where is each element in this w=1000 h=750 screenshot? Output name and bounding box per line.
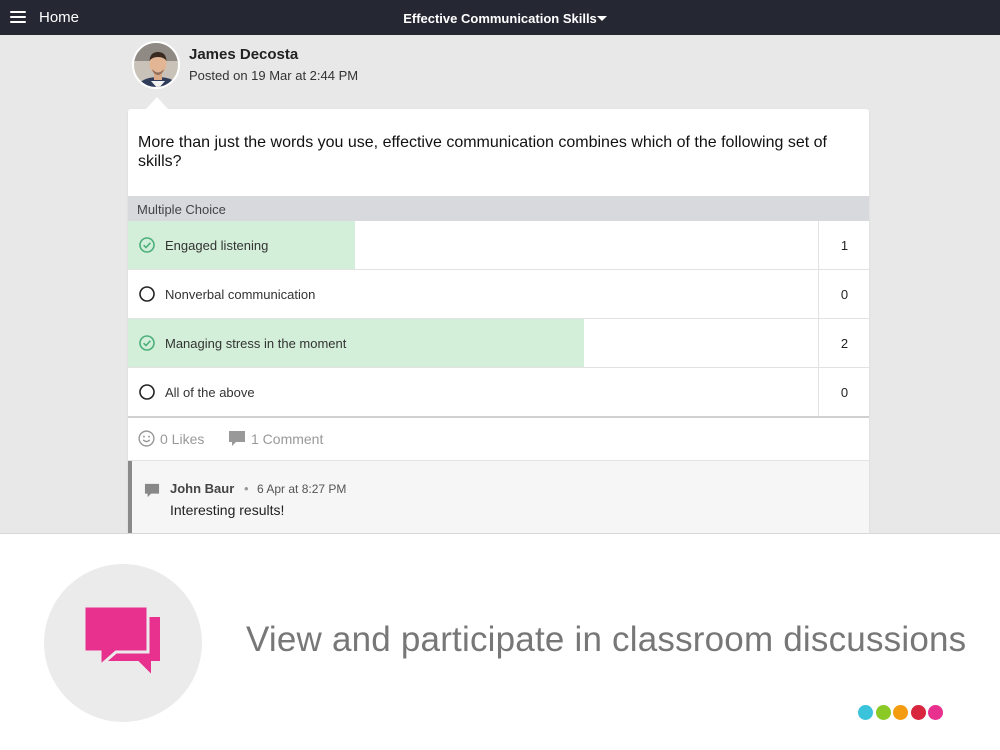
choice-count-cell: 1 [818, 221, 869, 269]
check-circle-icon [139, 237, 155, 253]
comment-icon [144, 483, 160, 498]
choice-label: Managing stress in the moment [165, 336, 347, 351]
choice-count-cell: 2 [818, 319, 869, 367]
brand-dots [858, 705, 946, 721]
like-button[interactable]: 0 Likes [138, 430, 204, 447]
comment-item: John Baur • 6 Apr at 8:27 PM Interesting… [128, 461, 869, 539]
choice-count: 2 [840, 336, 849, 351]
radio-empty-icon [139, 384, 155, 400]
author-avatar[interactable] [132, 41, 180, 89]
brand-dot [893, 705, 909, 720]
choice-label: All of the above [165, 385, 255, 400]
choice-count: 0 [840, 287, 849, 302]
post-date: Posted on 19 Mar at 2:44 PM [189, 68, 359, 83]
brand-dot [858, 705, 873, 720]
comment-icon [229, 431, 245, 446]
chat-bubbles-icon [82, 604, 162, 679]
comment-text: Interesting results! [170, 502, 285, 518]
likes-count: 0 Likes [160, 431, 205, 447]
poll-type-header: Multiple Choice [128, 196, 869, 221]
brand-dot [910, 705, 926, 720]
caret-down-icon[interactable] [597, 16, 607, 21]
choice-count: 1 [840, 238, 849, 253]
comment-time: 6 Apr at 8:27 PM [257, 482, 347, 496]
top-bar: Home Effective Communication Skills [0, 0, 1000, 35]
choice-label: Engaged listening [165, 238, 269, 253]
choice-count-cell: 0 [818, 270, 869, 318]
check-circle-icon [139, 335, 155, 351]
brand-dot [928, 705, 944, 720]
feature-banner: View and participate in classroom discus… [0, 533, 1000, 750]
separator-dot: • [244, 481, 249, 496]
course-title-dropdown[interactable]: Effective Communication Skills [0, 11, 1000, 26]
poll-question: More than just the words you use, effect… [138, 134, 827, 170]
feature-caption: View and participate in classroom discus… [246, 620, 967, 659]
post-author-name[interactable]: James Decosta [189, 46, 298, 63]
brand-dot [875, 705, 891, 720]
comments-button[interactable]: 1 Comment [228, 430, 323, 447]
card-pointer [146, 97, 168, 109]
poll-choice[interactable]: Managing stress in the moment 2 [128, 319, 869, 368]
choice-label: Nonverbal communication [165, 287, 316, 302]
poll-choice[interactable]: All of the above 0 [128, 368, 869, 417]
smiley-icon [138, 430, 155, 447]
choice-count: 0 [840, 385, 849, 400]
poll-choice[interactable]: Engaged listening 1 [128, 221, 869, 270]
comments-count: 1 Comment [251, 431, 324, 447]
radio-empty-icon [139, 286, 155, 302]
comment-author[interactable]: John Baur [170, 481, 234, 496]
feature-icon-circle [44, 564, 202, 722]
poll-choice[interactable]: Nonverbal communication 0 [128, 270, 869, 319]
choice-count-cell: 0 [818, 368, 869, 416]
post-actions: 0 Likes 1 Comment [128, 418, 869, 461]
post-card: More than just the words you use, effect… [128, 109, 869, 539]
